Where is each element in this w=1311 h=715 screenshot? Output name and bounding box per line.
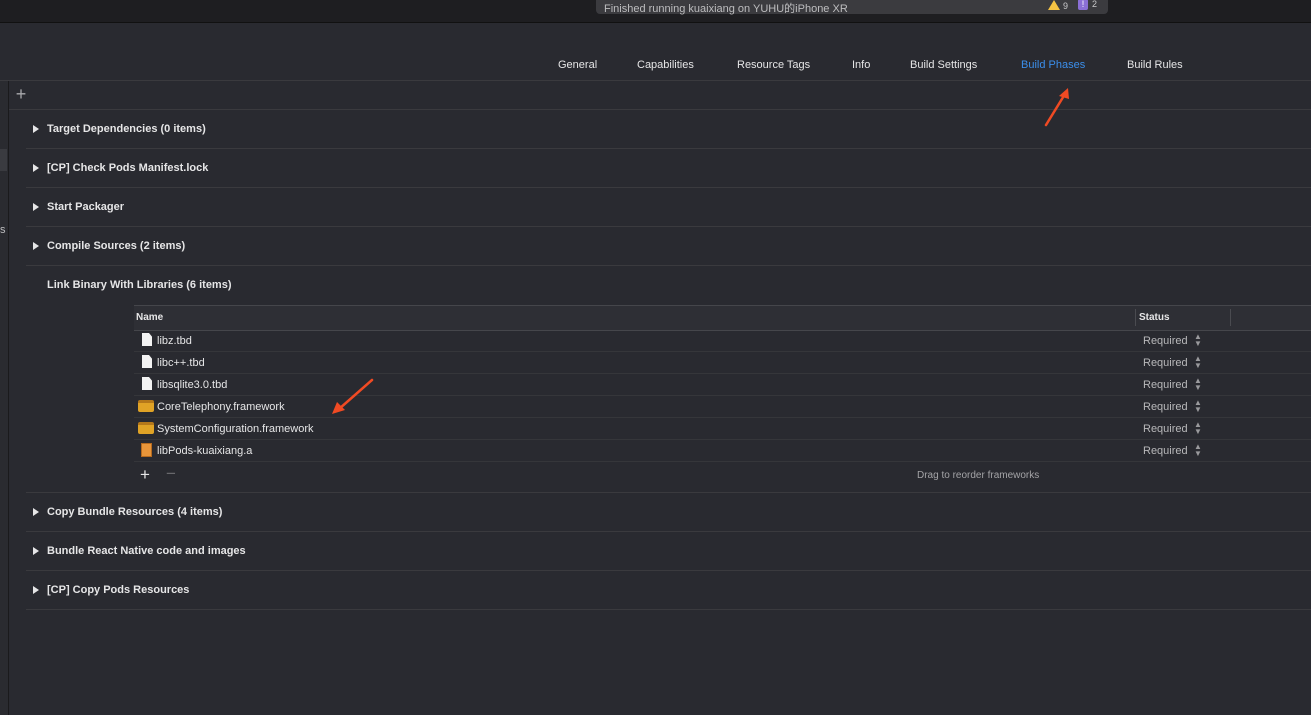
status-popup[interactable]: Required (1143, 401, 1188, 413)
library-name: CoreTelephony.framework (157, 401, 285, 413)
column-divider (1230, 309, 1231, 326)
chevron-up-down-icon[interactable]: ▲ ▼ (1194, 443, 1202, 458)
toolbar: Finished running kuaixiang on YUHU的iPhon… (0, 0, 1311, 22)
table-footer: + − Drag to reorder frameworks (134, 463, 1311, 487)
chevron-up-down-icon[interactable]: ▲ ▼ (1194, 399, 1202, 414)
issue-icon: ! (1078, 0, 1088, 10)
status-popup[interactable]: Required (1143, 379, 1188, 391)
file-icon (142, 377, 152, 390)
phase-compile-sources[interactable]: Compile Sources (2 items) (26, 227, 1311, 266)
phase-bundle-react-native[interactable]: Bundle React Native code and images (26, 532, 1311, 571)
phase-label: [CP] Check Pods Manifest.lock (47, 162, 209, 174)
status-popup[interactable]: Required (1143, 335, 1188, 347)
disclosure-triangle-icon[interactable] (33, 586, 39, 594)
add-phase-plus-icon[interactable]: + (14, 85, 28, 103)
chevron-up-down-icon[interactable]: ▲ ▼ (1194, 355, 1202, 370)
file-icon (142, 333, 152, 346)
phase-copy-pods-resources[interactable]: [CP] Copy Pods Resources (26, 571, 1311, 610)
add-library-plus-icon[interactable]: + (140, 465, 150, 485)
tab-info[interactable]: Info (852, 59, 870, 71)
phase-label: Bundle React Native code and images (47, 545, 246, 557)
activity-status-text: Finished running kuaixiang on YUHU的iPhon… (604, 3, 848, 15)
toolbox-icon (138, 400, 154, 412)
issues-count: 2 (1092, 0, 1098, 9)
table-row[interactable]: CoreTelephony.framework Required ▲ ▼ (134, 396, 1311, 418)
phase-label: [CP] Copy Pods Resources (47, 584, 190, 596)
chevron-up-down-icon[interactable]: ▲ ▼ (1194, 421, 1202, 436)
chevron-up-down-icon[interactable]: ▲ ▼ (1194, 333, 1202, 348)
toolbox-icon (138, 422, 154, 434)
column-name-header[interactable]: Name (136, 312, 163, 323)
targets-sidebar-edge: s (0, 81, 9, 715)
phase-target-dependencies[interactable]: Target Dependencies (0 items) (26, 110, 1311, 149)
tab-build-rules[interactable]: Build Rules (1127, 59, 1183, 71)
phase-start-packager[interactable]: Start Packager (26, 188, 1311, 227)
phase-copy-bundle-resources[interactable]: Copy Bundle Resources (4 items) (26, 493, 1311, 532)
disclosure-triangle-icon[interactable] (33, 125, 39, 133)
library-name: libc++.tbd (157, 357, 205, 369)
phase-label: Copy Bundle Resources (4 items) (47, 506, 223, 518)
reorder-hint: Drag to reorder frameworks (917, 470, 1040, 481)
table-row[interactable]: libsqlite3.0.tbd Required ▲ ▼ (134, 374, 1311, 396)
library-name: libPods-kuaixiang.a (157, 445, 253, 457)
phase-label: Start Packager (47, 201, 125, 213)
table-row[interactable]: libc++.tbd Required ▲ ▼ (134, 352, 1311, 374)
status-popup[interactable]: Required (1143, 357, 1188, 369)
status-popup[interactable]: Required (1143, 423, 1188, 435)
library-name: libz.tbd (157, 335, 192, 347)
annotation-arrow-icon (1044, 88, 1069, 127)
warnings-indicator[interactable]: 9 (1048, 0, 1068, 11)
phase-check-pods-manifest[interactable]: [CP] Check Pods Manifest.lock (26, 149, 1311, 188)
disclosure-triangle-icon[interactable] (33, 203, 39, 211)
disclosure-triangle-icon[interactable] (33, 547, 39, 555)
remove-library-minus-icon[interactable]: − (166, 464, 176, 484)
chevron-up-down-icon[interactable]: ▲ ▼ (1194, 377, 1202, 392)
disclosure-triangle-icon[interactable] (33, 508, 39, 516)
tab-general[interactable]: General (558, 59, 597, 71)
warning-icon (1048, 0, 1060, 10)
file-icon (142, 355, 152, 368)
tab-build-phases[interactable]: Build Phases (1021, 59, 1085, 71)
issues-indicator[interactable]: ! 2 (1078, 0, 1097, 10)
static-library-icon (141, 443, 152, 457)
editor-tab-bar: General Capabilities Resource Tags Info … (0, 52, 1311, 81)
status-popup[interactable]: Required (1143, 445, 1188, 457)
phase-label: Compile Sources (2 items) (47, 240, 186, 252)
disclosure-triangle-icon[interactable] (33, 164, 39, 172)
library-name: SystemConfiguration.framework (157, 423, 314, 435)
phase-link-binary: Link Binary With Libraries (6 items) Nam… (26, 266, 1311, 493)
column-divider (1135, 309, 1136, 326)
annotation-arrow-icon (332, 378, 374, 414)
table-row[interactable]: libPods-kuaixiang.a Required ▲ ▼ (134, 440, 1311, 462)
disclosure-triangle-icon[interactable] (33, 242, 39, 250)
jump-bar (0, 22, 1311, 53)
tab-capabilities[interactable]: Capabilities (637, 59, 694, 71)
sidebar-selection[interactable] (0, 149, 7, 171)
table-row[interactable]: libz.tbd Required ▲ ▼ (134, 330, 1311, 352)
libraries-table: Name Status libz.tbd Required ▲ ▼ libc++.… (134, 305, 1311, 491)
phase-label: Target Dependencies (0 items) (47, 123, 206, 135)
tab-build-settings[interactable]: Build Settings (910, 59, 977, 71)
library-name: libsqlite3.0.tbd (157, 379, 228, 391)
table-row[interactable]: SystemConfiguration.framework Required ▲… (134, 418, 1311, 440)
table-header: Name Status (134, 305, 1311, 331)
warnings-count: 9 (1063, 1, 1069, 11)
tab-resource-tags[interactable]: Resource Tags (737, 59, 810, 71)
phases-toolbar: + (9, 81, 1311, 110)
column-status-header[interactable]: Status (1139, 312, 1170, 323)
phase-label: Link Binary With Libraries (6 items) (47, 279, 232, 291)
activity-status: Finished running kuaixiang on YUHU的iPhon… (596, 0, 1108, 15)
sidebar-text-fragment: s (0, 224, 6, 236)
